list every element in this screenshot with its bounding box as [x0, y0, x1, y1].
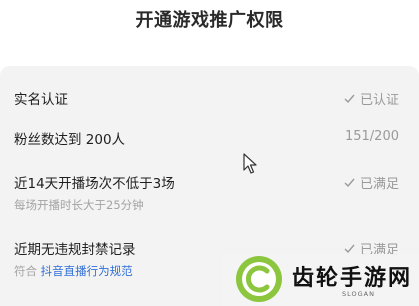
requirement-status: 已满足	[343, 173, 399, 192]
requirement-label: 粉丝数达到 200人	[14, 132, 126, 148]
requirement-label: 近期无违规封禁记录	[14, 242, 136, 258]
site-name: 齿轮手游网	[292, 266, 413, 291]
behavior-rules-link[interactable]: 抖音直播行为规范	[41, 264, 133, 278]
requirement-status-text: 已满足	[359, 177, 399, 192]
requirement-label: 近14天开播场次不低于3场	[14, 176, 175, 192]
check-icon	[344, 94, 355, 104]
check-icon	[344, 178, 355, 188]
requirement-status: 已认证	[343, 89, 399, 108]
site-slogan: SLOGAN	[342, 290, 375, 298]
requirement-label: 实名认证	[14, 92, 68, 108]
requirement-sub: 符合 抖音直播行为规范	[14, 263, 133, 279]
site-watermark: 齿轮手游网 SLOGAN	[222, 254, 419, 306]
page-title: 开通游戏推广权限	[135, 10, 284, 31]
mouse-cursor-icon	[243, 153, 257, 174]
requirement-status-text: 已认证	[359, 93, 399, 108]
requirement-progress-text: 151/200	[344, 129, 399, 144]
site-logo-icon	[236, 256, 282, 302]
requirement-sub-prefix: 符合	[14, 264, 37, 278]
requirement-sub: 每场开播时长大于25分钟	[14, 198, 144, 212]
requirement-progress: 151/200	[345, 129, 399, 144]
page: 开通游戏推广权限 实名认证 已认证 粉丝数达到 200人 151/200 近14…	[0, 0, 419, 306]
